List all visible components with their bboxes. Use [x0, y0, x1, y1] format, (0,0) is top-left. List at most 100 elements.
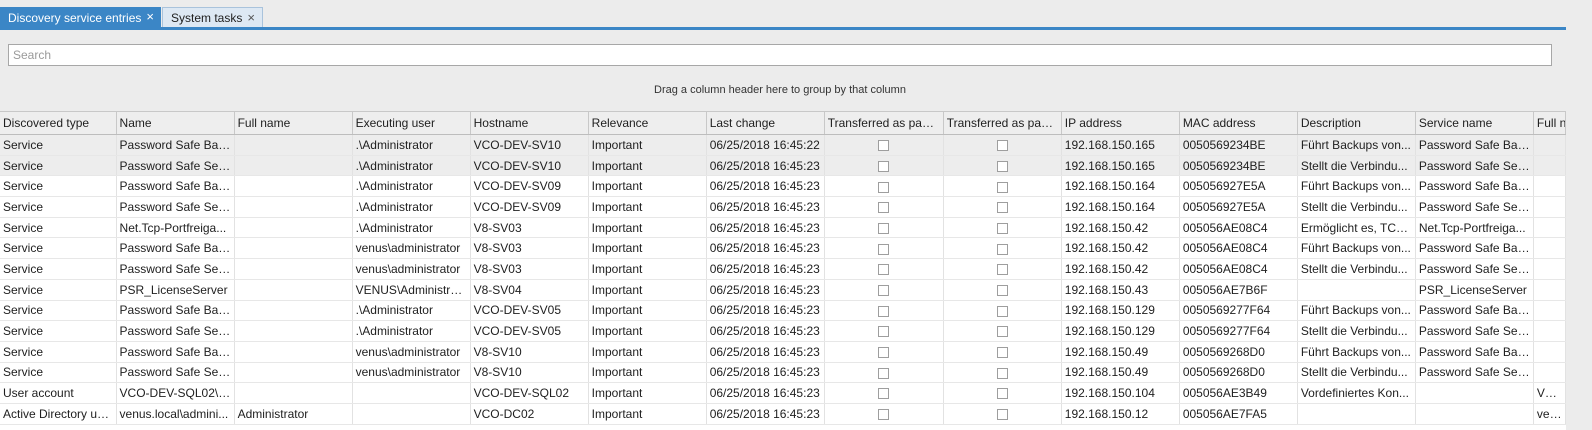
table-row[interactable]: Active Directory user venus.local\admini.… — [0, 403, 1566, 425]
checkbox[interactable] — [996, 140, 1008, 152]
table-row[interactable]: Service Password Safe Bac... .\Administrat… — [0, 300, 1566, 322]
table-cell: VCO-DC02 — [470, 403, 589, 425]
close-icon[interactable]: × — [146, 10, 154, 24]
checkbox[interactable] — [878, 326, 890, 338]
table-row[interactable]: Service Password Safe Serv... .\Administra… — [0, 320, 1566, 342]
data-table: Discovered type Name Full name Executing us… — [0, 111, 1566, 425]
column-header[interactable]: Relevance — [588, 111, 707, 135]
table-cell: Important — [588, 196, 707, 218]
checkbox[interactable] — [996, 264, 1008, 276]
column-header[interactable]: Last change — [706, 111, 825, 135]
transferred-checkbox-cell — [943, 341, 1062, 363]
checkbox[interactable] — [996, 388, 1008, 400]
table-cell: Service — [0, 217, 117, 239]
checkbox[interactable] — [996, 326, 1008, 338]
table-row[interactable]: Service Password Safe Bac... venus\adminis… — [0, 341, 1566, 363]
close-icon[interactable]: × — [247, 11, 255, 25]
checkbox[interactable] — [878, 222, 890, 234]
table-row[interactable]: Service Password Safe Bac... .\Administrat… — [0, 175, 1566, 198]
checkbox[interactable] — [996, 202, 1008, 214]
column-header[interactable]: Full name — [234, 111, 353, 135]
table-row[interactable]: User account VCO-DEV-SQL02\A... VCO-DEV-SQ… — [0, 382, 1566, 404]
checkbox[interactable] — [878, 409, 890, 421]
table-row[interactable]: Service PSR_LicenseServer VENUS\Administra… — [0, 279, 1566, 301]
transferred-checkbox-cell — [943, 279, 1062, 301]
checkbox[interactable] — [878, 284, 890, 296]
tab-discovery-service-entries[interactable]: Discovery service entries × — [0, 7, 161, 28]
checkbox[interactable] — [996, 347, 1008, 359]
checkbox[interactable] — [878, 202, 890, 214]
table-cell: .\Administrator — [352, 300, 471, 322]
table-cell: 005056AE7B6F — [1179, 279, 1298, 301]
table-cell: Führt Backups von... — [1297, 134, 1416, 156]
column-header[interactable]: Executing user — [352, 111, 471, 135]
checkbox[interactable] — [996, 222, 1008, 234]
table-row[interactable]: Service Password Safe Serv... venus\admini… — [0, 362, 1566, 384]
transferred-checkbox-cell — [824, 258, 944, 280]
header-row: Discovered type Name Full name Executing us… — [0, 111, 1566, 135]
checkbox[interactable] — [996, 367, 1008, 379]
grid-body: Service Password Safe Bac... .\Administrat… — [0, 134, 1566, 425]
table-cell: Password Safe Bac... — [1415, 237, 1534, 260]
table-row[interactable]: Service Password Safe Serv... .\Administra… — [0, 155, 1566, 177]
table-cell — [1297, 279, 1416, 301]
transferred-checkbox-cell — [824, 362, 944, 384]
checkbox[interactable] — [996, 181, 1008, 193]
checkbox[interactable] — [996, 284, 1008, 296]
search-box — [8, 44, 1552, 66]
checkbox[interactable] — [878, 367, 890, 379]
column-header[interactable]: Name — [116, 111, 235, 135]
table-cell — [234, 382, 353, 404]
table-cell: Vordefiniertes Kon... — [1297, 382, 1416, 404]
checkbox[interactable] — [996, 243, 1008, 255]
column-header[interactable]: Hostname — [470, 111, 589, 135]
column-header[interactable]: Description — [1297, 111, 1416, 135]
transferred-checkbox-cell — [943, 320, 1062, 342]
search-input[interactable] — [9, 45, 1551, 65]
table-cell: Führt Backups von... — [1297, 341, 1416, 363]
checkbox[interactable] — [878, 160, 890, 172]
column-header[interactable]: Discovered type — [0, 111, 117, 135]
tab-system-tasks[interactable]: System tasks × — [162, 7, 263, 28]
table-cell: Service — [0, 196, 117, 218]
table-cell: Führt Backups von... — [1297, 175, 1416, 198]
table-cell: VENUS\Administra... — [352, 279, 471, 301]
table-cell — [234, 341, 353, 363]
checkbox[interactable] — [878, 305, 890, 317]
table-cell — [234, 258, 353, 280]
checkbox[interactable] — [878, 140, 890, 152]
column-header[interactable]: Full n — [1533, 111, 1566, 135]
group-by-hint: Drag a column header here to group by th… — [654, 84, 906, 96]
table-row[interactable]: Service Net.Tcp-Portfreiga... .\Administra… — [0, 217, 1566, 239]
table-cell: 06/25/2018 16:45:23 — [706, 403, 825, 425]
table-cell: Service — [0, 175, 117, 198]
column-header[interactable]: Transferred as pass... — [824, 111, 944, 135]
column-header[interactable]: MAC address — [1179, 111, 1298, 135]
checkbox[interactable] — [878, 388, 890, 400]
checkbox[interactable] — [996, 160, 1008, 172]
column-header[interactable]: IP address — [1061, 111, 1180, 135]
table-cell: Stellt die Verbindu... — [1297, 362, 1416, 384]
transferred-checkbox-cell — [943, 382, 1062, 404]
checkbox[interactable] — [996, 409, 1008, 421]
transferred-checkbox-cell — [824, 341, 944, 363]
table-row[interactable]: Service Password Safe Serv... venus\admini… — [0, 258, 1566, 280]
checkbox[interactable] — [878, 181, 890, 193]
checkbox[interactable] — [878, 264, 890, 276]
table-cell: Stellt die Verbindu... — [1297, 155, 1416, 177]
table-cell: 192.168.150.43 — [1061, 279, 1180, 301]
column-header[interactable]: Service name — [1415, 111, 1534, 135]
table-row[interactable]: Service Password Safe Bac... .\Administrat… — [0, 134, 1566, 156]
table-row[interactable]: Service Password Safe Serv... .\Administra… — [0, 196, 1566, 218]
checkbox[interactable] — [878, 243, 890, 255]
table-row[interactable]: Service Password Safe Bac... venus\adminis… — [0, 237, 1566, 260]
table-cell: 06/25/2018 16:45:23 — [706, 175, 825, 198]
table-cell: V8-SV03 — [470, 217, 589, 239]
table-cell: 192.168.150.165 — [1061, 134, 1180, 156]
checkbox[interactable] — [878, 347, 890, 359]
column-header[interactable]: Transferred as pass... — [943, 111, 1062, 135]
table-cell: Password Safe Bac... — [116, 175, 235, 198]
transferred-checkbox-cell — [943, 155, 1062, 177]
checkbox[interactable] — [996, 305, 1008, 317]
table-cell: 192.168.150.104 — [1061, 382, 1180, 404]
